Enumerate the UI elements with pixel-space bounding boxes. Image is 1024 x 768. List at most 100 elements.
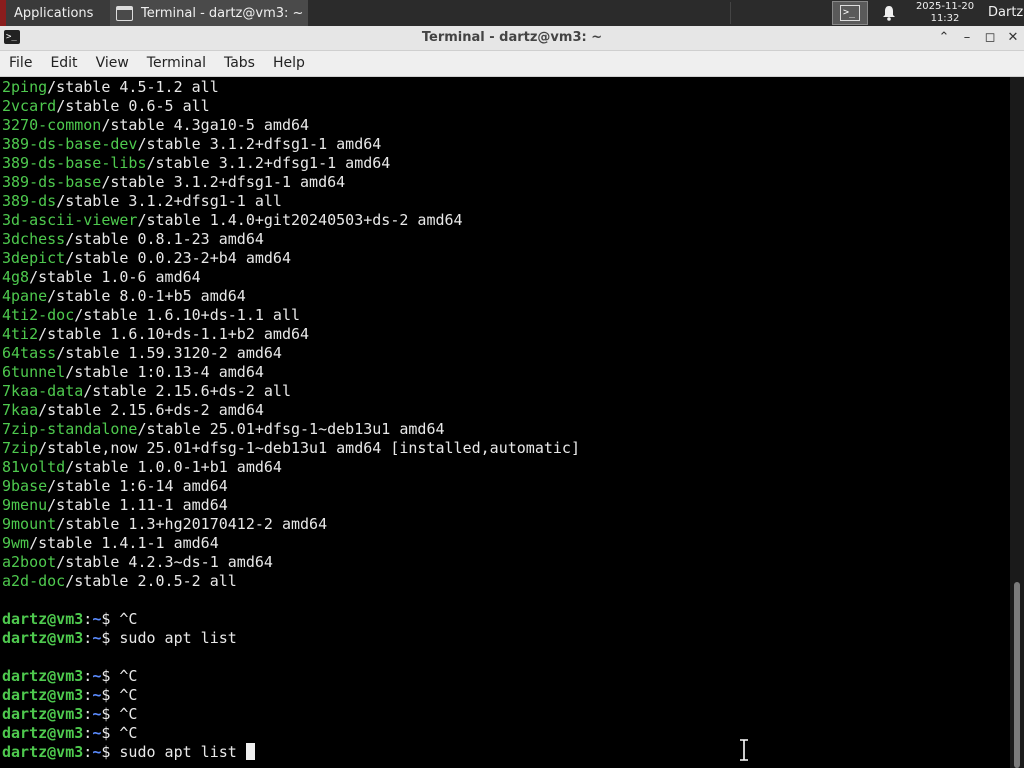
notification-bell-icon[interactable]: [880, 4, 898, 22]
current-command-text: sudo apt list: [119, 743, 246, 761]
package-name: 389-ds-base: [2, 173, 102, 191]
menu-terminal[interactable]: Terminal: [138, 51, 215, 76]
current-prompt-line: dartz@vm3:~$ sudo apt list: [2, 743, 580, 762]
package-line: 7kaa-data/stable 2.15.6+ds-2 all: [2, 382, 580, 401]
package-line: 64tass/stable 1.59.3120-2 amd64: [2, 344, 580, 363]
package-details: /stable 1.4.0+git20240503+ds-2 amd64: [137, 211, 463, 229]
package-details: /stable 1.0-6 amd64: [29, 268, 201, 286]
package-details: /stable 0.8.1-23 amd64: [65, 230, 264, 248]
menu-edit[interactable]: Edit: [41, 51, 86, 76]
package-details: /stable 0.6-5 all: [56, 97, 210, 115]
package-line: 4pane/stable 8.0-1+b5 amd64: [2, 287, 580, 306]
user-menu[interactable]: Dartz: [988, 0, 1023, 26]
package-details: /stable 4.5-1.2 all: [47, 78, 219, 96]
package-details: /stable 1.3+hg20170412-2 amd64: [56, 515, 328, 533]
prompt-user: dartz@vm3: [2, 743, 84, 761]
panel-separator: [730, 2, 731, 24]
prompt-line: dartz@vm3:~$ ^C: [2, 705, 580, 724]
menu-file[interactable]: File: [0, 51, 41, 76]
package-details: /stable 25.01+dfsg-1~deb13u1 amd64: [137, 420, 445, 438]
package-details: /stable 1.6.10+ds-1.1+b2 amd64: [38, 325, 310, 343]
package-details: /stable 3.1.2+dfsg1-1 amd64: [101, 173, 346, 191]
terminal-launcher-button[interactable]: >_: [832, 1, 868, 25]
scrollbar-thumb[interactable]: [1014, 582, 1020, 768]
package-line: 3dchess/stable 0.8.1-23 amd64: [2, 230, 580, 249]
package-name: 7kaa-data: [2, 382, 84, 400]
collapse-button[interactable]: ⌃: [934, 28, 954, 48]
prompt-sigil: $: [101, 705, 120, 723]
package-line: a2d-doc/stable 2.0.5-2 all: [2, 572, 580, 591]
terminal-lines: 2ping/stable 4.5-1.2 all 2vcard/stable 0.…: [2, 78, 580, 762]
prompt-separator: :: [83, 724, 93, 742]
panel-clock[interactable]: 2025-11-20 11:32: [902, 0, 988, 26]
package-name: 3dchess: [2, 230, 66, 248]
taskbar-terminal-button[interactable]: Terminal - dartz@vm3: ~: [110, 0, 308, 26]
prompt-path: ~: [92, 743, 102, 761]
package-details: /stable 1.6.10+ds-1.1 all: [74, 306, 301, 324]
top-panel: Applications Terminal - dartz@vm3: ~ >_ …: [0, 0, 1024, 26]
menu-help[interactable]: Help: [264, 51, 314, 76]
maximize-button[interactable]: ◻: [980, 28, 1000, 48]
package-details: /stable 3.1.2+dfsg1-1 amd64: [146, 154, 391, 172]
prompt-user: dartz@vm3: [2, 724, 84, 742]
menubar: File Edit View Terminal Tabs Help: [0, 51, 1024, 77]
clock-time: 11:32: [930, 13, 960, 24]
package-details: /stable 1.0.0-1+b1 amd64: [65, 458, 282, 476]
terminal-window-icon: [116, 5, 133, 21]
prompt-sigil: $: [101, 610, 120, 628]
close-button[interactable]: ✕: [1003, 28, 1023, 48]
menu-tabs[interactable]: Tabs: [215, 51, 264, 76]
prompt-sigil: $: [101, 743, 120, 761]
package-name: 81voltd: [2, 458, 66, 476]
prompt-sigil: $: [101, 724, 120, 742]
package-line: 9menu/stable 1.11-1 amd64: [2, 496, 580, 515]
package-name: 9mount: [2, 515, 57, 533]
terminal-scrollbar[interactable]: [1010, 77, 1024, 768]
prompt-line: dartz@vm3:~$ ^C: [2, 686, 580, 705]
package-line: a2boot/stable 4.2.3~ds-1 amd64: [2, 553, 580, 572]
package-name: 7kaa: [2, 401, 39, 419]
prompt-sigil: $: [101, 629, 120, 647]
terminal-output[interactable]: 2ping/stable 4.5-1.2 all 2vcard/stable 0.…: [0, 77, 1010, 768]
package-line: 9mount/stable 1.3+hg20170412-2 amd64: [2, 515, 580, 534]
package-details: /stable 4.2.3~ds-1 amd64: [56, 553, 273, 571]
package-name: 389-ds-base-libs: [2, 154, 147, 172]
package-name: 4ti2-doc: [2, 306, 75, 324]
prompt-path: ~: [92, 610, 102, 628]
command-text: sudo apt list: [119, 629, 237, 647]
command-text: ^C: [119, 686, 138, 704]
package-line: 7kaa/stable 2.15.6+ds-2 amd64: [2, 401, 580, 420]
package-line: 389-ds-base/stable 3.1.2+dfsg1-1 amd64: [2, 173, 580, 192]
prompt-sigil: $: [101, 686, 120, 704]
package-details: /stable 2.15.6+ds-2 all: [83, 382, 291, 400]
package-name: a2boot: [2, 553, 57, 571]
window-titlebar[interactable]: >_ Terminal - dartz@vm3: ~ ⌃ – ◻ ✕: [0, 26, 1024, 51]
package-details: /stable 4.3ga10-5 amd64: [101, 116, 310, 134]
package-name: 9menu: [2, 496, 48, 514]
prompt-separator: :: [83, 610, 93, 628]
prompt-path: ~: [92, 705, 102, 723]
prompt-separator: :: [83, 743, 93, 761]
prompt-user: dartz@vm3: [2, 610, 84, 628]
package-line: 7zip-standalone/stable 25.01+dfsg-1~deb1…: [2, 420, 580, 439]
package-details: /stable 3.1.2+dfsg1-1 amd64: [137, 135, 382, 153]
prompt-separator: :: [83, 629, 93, 647]
applications-icon: [0, 0, 6, 26]
terminal-icon: >_: [840, 5, 860, 21]
mouse-ibeam-cursor-icon: [740, 739, 748, 761]
clock-date: 2025-11-20: [915, 1, 975, 12]
prompt-line: dartz@vm3:~$ sudo apt list: [2, 629, 580, 648]
package-details: /stable 3.1.2+dfsg1-1 all: [56, 192, 282, 210]
command-text: ^C: [119, 705, 138, 723]
package-line: 4ti2-doc/stable 1.6.10+ds-1.1 all: [2, 306, 580, 325]
package-name: 3270-common: [2, 116, 102, 134]
prompt-user: dartz@vm3: [2, 629, 84, 647]
package-name: 9wm: [2, 534, 30, 552]
prompt-path: ~: [92, 686, 102, 704]
package-name: 389-ds: [2, 192, 57, 210]
applications-menu-button[interactable]: Applications: [0, 0, 110, 26]
minimize-button[interactable]: –: [957, 28, 977, 48]
menu-view[interactable]: View: [87, 51, 138, 76]
package-line: 6tunnel/stable 1:0.13-4 amd64: [2, 363, 580, 382]
